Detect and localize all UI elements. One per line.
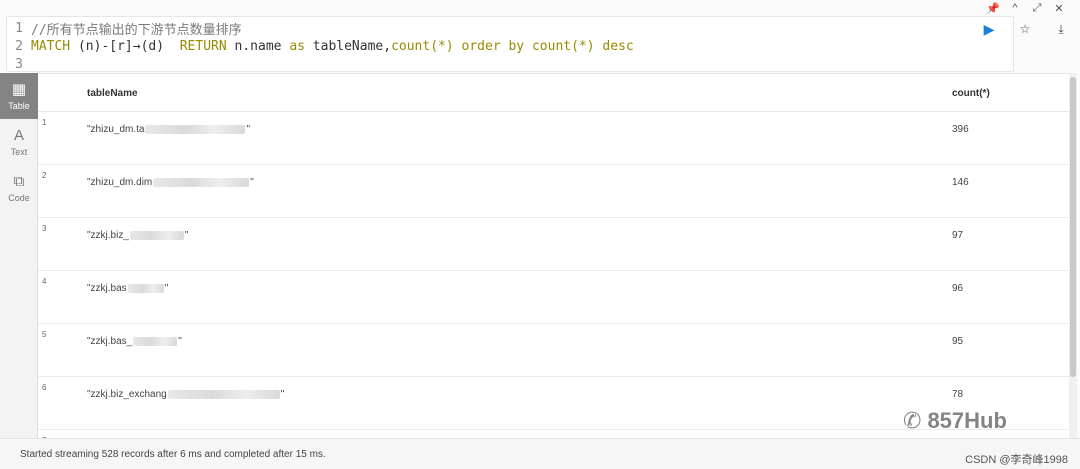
line-number: 3 <box>15 56 23 72</box>
table-header: tableName count(*) <box>38 74 1069 112</box>
function-count: count(*) <box>391 38 454 54</box>
row-number: 6 <box>42 383 47 392</box>
status-bar: Started streaming 528 records after 6 ms… <box>0 438 1080 469</box>
column-header-count[interactable]: count(*) <box>952 88 990 99</box>
function-count: count(*) <box>531 38 595 54</box>
tablename-closing-quote: " <box>250 177 254 188</box>
view-table-button[interactable]: ▦ Table <box>0 73 38 119</box>
query-editor[interactable]: 1 //所有节点输出的下游节点数量排序 2 MATCH (n)-[r]→(d) … <box>6 16 1014 72</box>
line-number: 2 <box>15 38 23 54</box>
tablename-closing-quote: " <box>184 230 189 241</box>
query-comment: //所有节点输出的下游节点数量排序 <box>31 22 242 38</box>
cell-tablename[interactable]: "zhizu_dm.dim " <box>87 177 254 188</box>
tablename-closing-quote: " <box>178 336 182 347</box>
close-icon[interactable]: ✕ <box>1048 0 1070 16</box>
results-scrollbar[interactable] <box>1069 73 1077 438</box>
status-message: Started streaming 528 records after 6 ms… <box>20 449 326 460</box>
cell-tablename[interactable]: "zzkj.biz_ " <box>87 230 188 241</box>
cell-tablename[interactable]: "zhizu_dm.ta " <box>87 124 250 135</box>
watermark-text: 857Hub <box>927 408 1007 433</box>
row-number: 2 <box>42 171 47 180</box>
query-pattern: (n)-[r]→(d) <box>70 38 180 54</box>
table-row: 5 "zzkj.bas_ " 95 <box>38 324 1069 377</box>
favorite-star-icon[interactable]: ☆ <box>1018 22 1032 36</box>
pin-icon[interactable]: 📌 <box>982 0 1004 16</box>
row-number: 4 <box>42 277 47 286</box>
frame-window-controls: 📌 ^ ⤢ ✕ <box>982 0 1070 16</box>
text-icon: A <box>13 126 24 144</box>
view-code-label: Code <box>8 192 30 203</box>
row-number: 1 <box>42 118 47 127</box>
redacted-blur <box>129 231 184 240</box>
row-number: 5 <box>42 330 47 339</box>
download-icon[interactable]: ⤓ <box>1054 22 1068 36</box>
csdn-credit: CSDN @李奇峰1998 <box>965 454 1068 466</box>
code-icon: ⧉ <box>13 172 25 190</box>
view-text-button[interactable]: A Text <box>0 119 38 165</box>
column-header-tablename[interactable]: tableName <box>87 88 138 99</box>
tablename-visible-text: "zhizu_dm.ta <box>87 124 145 135</box>
cell-tablename[interactable]: "zzkj.biz_exchang " <box>87 389 284 400</box>
cell-count[interactable]: 78 <box>952 389 963 400</box>
view-mode-rail: ▦ Table A Text ⧉ Code <box>0 73 38 438</box>
table-icon: ▦ <box>11 80 27 98</box>
scrollbar-thumb[interactable] <box>1070 77 1076 377</box>
tablename-visible-text: "zzkj.bas <box>87 283 127 294</box>
cell-tablename[interactable]: "zzkj.bas " <box>87 283 168 294</box>
watermark: ✆ 857Hub <box>903 408 1007 434</box>
tablename-visible-text: "zzkj.biz_ <box>87 230 129 241</box>
collapse-icon[interactable]: ^ <box>1004 0 1026 16</box>
redacted-blur <box>153 178 250 187</box>
row-number: 3 <box>42 224 47 233</box>
keyword-return: RETURN <box>179 38 227 54</box>
tablename-visible-text: "zzkj.biz_exchang <box>87 389 167 400</box>
keyword-desc: desc <box>602 38 634 54</box>
tablename-visible-text: "zhizu_dm.dim <box>87 177 153 188</box>
query-field: n.name <box>226 38 290 54</box>
run-query-icon[interactable]: ▶ <box>982 21 996 37</box>
line-number: 1 <box>15 20 23 36</box>
keyword-match: MATCH <box>31 38 71 54</box>
table-row: 3 "zzkj.biz_ " 97 <box>38 218 1069 271</box>
table-row: 2 "zhizu_dm.dim " 146 <box>38 165 1069 218</box>
cell-tablename[interactable]: "zzkj.bas_ " <box>87 336 182 347</box>
editor-line-3: 3 <box>7 55 31 73</box>
cell-count[interactable]: 96 <box>952 283 963 294</box>
cell-count[interactable]: 396 <box>952 124 969 135</box>
tablename-closing-quote: " <box>164 283 169 294</box>
table-row: 1 "zhizu_dm.ta " 396 <box>38 112 1069 165</box>
redacted-blur <box>145 125 246 134</box>
wechat-icon: ✆ <box>903 408 922 433</box>
table-row: 4 "zzkj.bas " 96 <box>38 271 1069 324</box>
view-table-label: Table <box>8 100 30 111</box>
tablename-closing-quote: " <box>280 389 285 400</box>
redacted-blur <box>167 390 280 399</box>
cell-count[interactable]: 97 <box>952 230 963 241</box>
view-code-button[interactable]: ⧉ Code <box>0 165 38 211</box>
tablename-closing-quote: " <box>246 124 251 135</box>
redacted-blur <box>127 284 164 293</box>
tablename-visible-text: "zzkj.bas_ <box>87 336 133 347</box>
editor-actions: ▶ ☆ ⤓ <box>982 21 1068 37</box>
redacted-blur <box>133 337 178 346</box>
neo4j-browser-frame: 📌 ^ ⤢ ✕ 1 //所有节点输出的下游节点数量排序 2 MATCH (n)-… <box>0 0 1080 469</box>
keyword-order-by: order by <box>461 38 525 54</box>
results-table: tableName count(*) 1 "zhizu_dm.ta " 396 2… <box>38 73 1069 438</box>
keyword-as: as <box>289 38 305 54</box>
query-alias: tableName, <box>304 38 392 54</box>
editor-line-1: 1 //所有节点输出的下游节点数量排序 <box>7 19 242 38</box>
cell-count[interactable]: 146 <box>952 177 969 188</box>
expand-icon[interactable]: ⤢ <box>1026 0 1048 16</box>
editor-line-2: 2 MATCH (n)-[r]→(d) RETURN n.name as tab… <box>7 37 634 55</box>
view-text-label: Text <box>10 146 28 157</box>
cell-count[interactable]: 95 <box>952 336 963 347</box>
